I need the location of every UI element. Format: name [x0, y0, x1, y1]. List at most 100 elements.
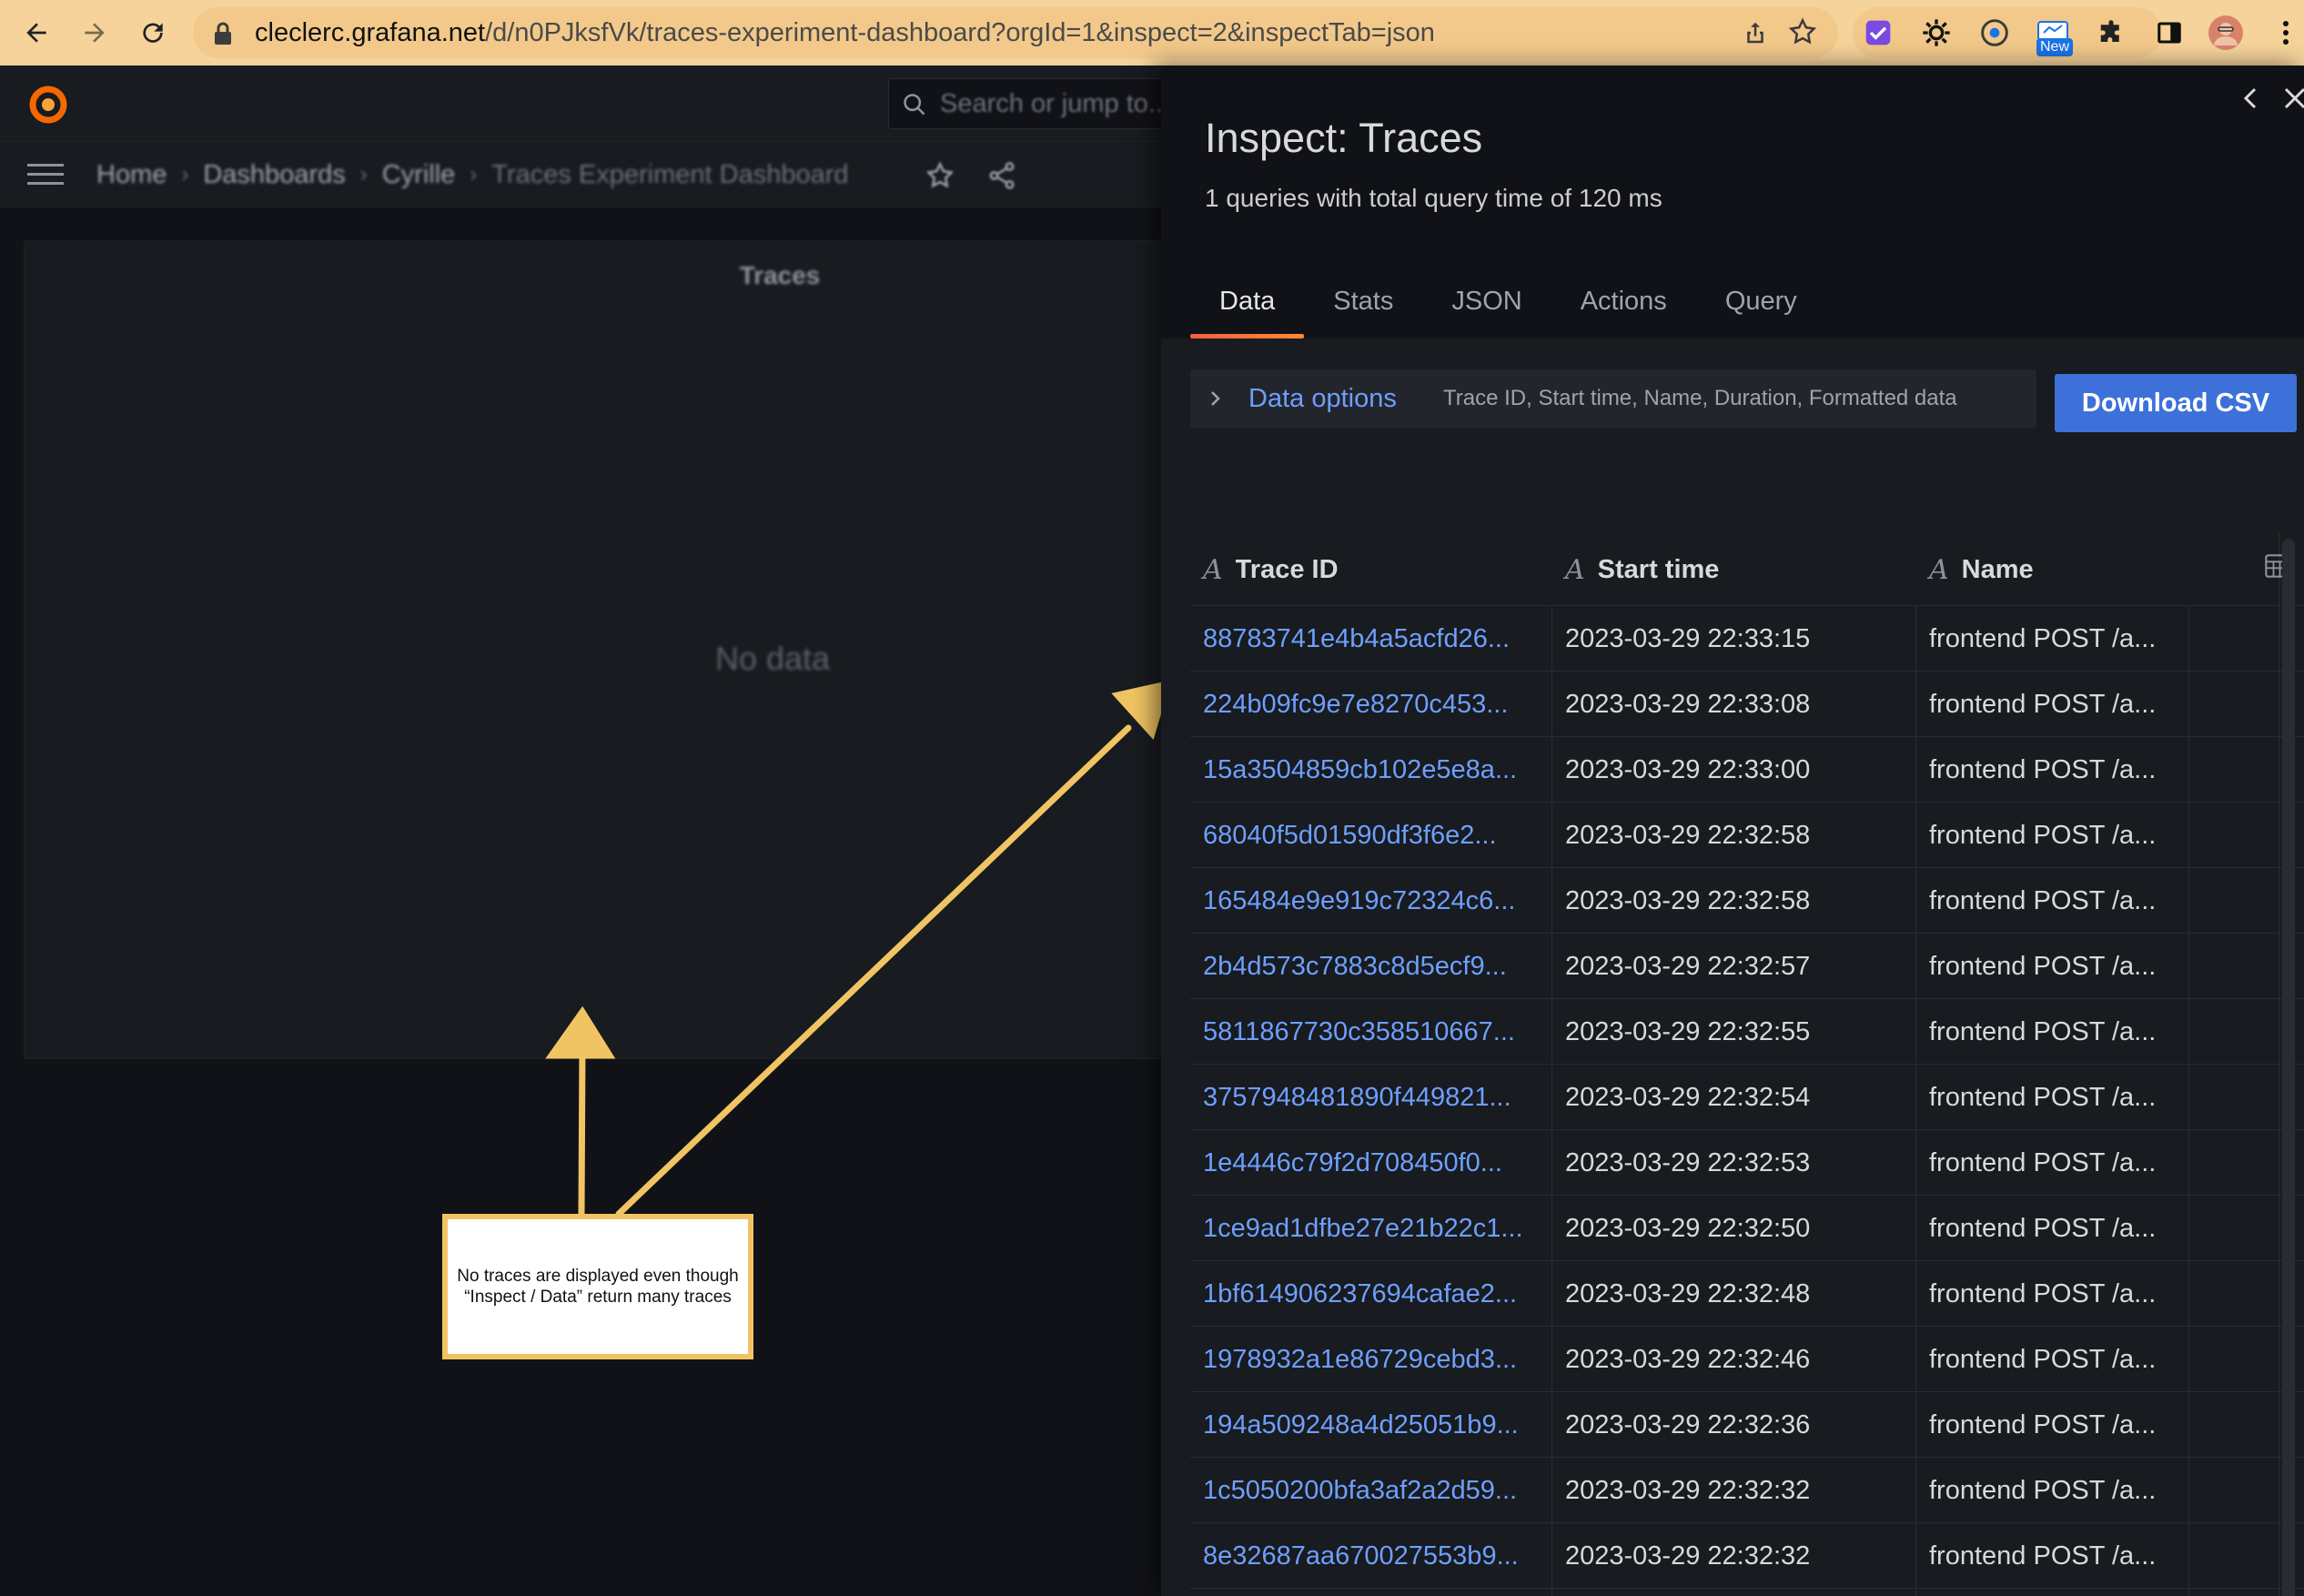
trace-id-cell[interactable]: 2b4d573c7883c8d5ecf9...: [1190, 934, 1552, 999]
tab-json[interactable]: JSON: [1422, 271, 1551, 338]
download-csv-button[interactable]: Download CSV: [2055, 374, 2297, 432]
forward-icon[interactable]: [75, 13, 115, 53]
trace-id-cell[interactable]: 165484e9e919c72324c6...: [1190, 868, 1552, 934]
side-panel-icon[interactable]: [2149, 13, 2189, 53]
traces-panel[interactable]: Traces No data: [24, 240, 1161, 1059]
bookmark-star-icon[interactable]: [1787, 16, 1818, 52]
grafana-logo-icon[interactable]: [25, 82, 71, 132]
table-row: 2b4d573c7883c8d5ecf9... 2023-03-29 22:32:…: [1190, 934, 2304, 999]
trace-id-cell[interactable]: 8e32687aa670027553b9...: [1190, 1523, 1552, 1589]
back-icon[interactable]: [16, 13, 56, 53]
trace-id-cell[interactable]: 88783741e4b4a5acfd26...: [1190, 606, 1552, 672]
name-cell: frontend POST /a...: [1916, 1196, 2189, 1261]
grafana-app: Search or jump to... Home › Dashboards ›…: [0, 66, 1161, 1596]
profile-avatar[interactable]: [2206, 13, 2246, 53]
share-page-icon[interactable]: [1742, 18, 1769, 52]
checkbox-extension-icon[interactable]: [1862, 16, 1895, 49]
tab-data[interactable]: Data: [1190, 271, 1305, 338]
name-cell: frontend POST /a...: [1916, 999, 2189, 1065]
start-time-cell: 2023-03-29 22:32:54: [1552, 1065, 1916, 1130]
new-badge: New: [2036, 38, 2074, 56]
reload-icon[interactable]: [133, 13, 173, 53]
data-table: A Trace ID A Start time A Name 88783741e4b4…: [1190, 533, 2304, 1596]
name-cell: frontend POST /a...: [1916, 1327, 2189, 1392]
column-header-start-time[interactable]: A Start time: [1552, 533, 1719, 606]
address-bar[interactable]: cleclerc.grafana.net/d/n0PJksfVk/traces-…: [193, 7, 1838, 58]
column-header-name[interactable]: A Name: [1916, 533, 2034, 606]
breadcrumb-separator: ›: [359, 162, 368, 187]
trace-id-cell[interactable]: 1e4446c79f2d708450f0...: [1190, 1130, 1552, 1196]
panel-title: Traces: [739, 261, 821, 289]
breadcrumb: Home › Dashboards › Cyrille › Traces Exp…: [96, 142, 849, 207]
start-time-cell: 2023-03-29 22:32:53: [1552, 1130, 1916, 1196]
breadcrumb-separator: ›: [470, 162, 478, 187]
top-nav: Search or jump to...: [0, 66, 1161, 142]
start-time-cell: 2023-03-29 22:32:48: [1552, 1261, 1916, 1327]
tab-actions[interactable]: Actions: [1551, 271, 1696, 338]
name-cell: frontend POST /a...: [1916, 1458, 2189, 1523]
trace-id-cell[interactable]: 68040f5d01590df3f6e2...: [1190, 803, 1552, 868]
url-text: cleclerc.grafana.net/d/n0PJksfVk/traces-…: [255, 18, 1435, 47]
tab-query[interactable]: Query: [1696, 271, 1826, 338]
start-time-cell: 2023-03-29 22:32:29: [1552, 1589, 1916, 1596]
annotation-note: No traces are displayed even though “Ins…: [442, 1214, 753, 1359]
extensions-area: New: [1853, 7, 2162, 58]
start-time-cell: 2023-03-29 22:33:00: [1552, 737, 1916, 803]
table-row: 126363222bd9105923d3...2023-03-29 22:32:…: [1190, 1589, 2304, 1596]
trace-id-cell[interactable]: 1bf614906237694cafae2...: [1190, 1261, 1552, 1327]
start-time-cell: 2023-03-29 22:32:32: [1552, 1458, 1916, 1523]
table-row: 8e32687aa670027553b9... 2023-03-29 22:32:…: [1190, 1523, 2304, 1589]
data-options-toggle[interactable]: Data options Trace ID, Start time, Name,…: [1190, 369, 2036, 428]
trace-id-cell[interactable]: 5811867730c358510667...: [1190, 999, 1552, 1065]
chevron-left-icon[interactable]: [2233, 80, 2269, 116]
breadcrumb-dashboards[interactable]: Dashboards: [203, 160, 345, 190]
table-row: 1c5050200bfa3af2a2d59... 2023-03-29 22:32…: [1190, 1458, 2304, 1523]
trace-id-cell[interactable]: 126363222bd9105923d3...: [1190, 1589, 1552, 1596]
trace-id-cell[interactable]: 15a3504859cb102e5e8a...: [1190, 737, 1552, 803]
name-cell: frontend POST /a...: [1916, 737, 2189, 803]
search-icon: [902, 92, 927, 122]
browser-menu-icon[interactable]: [2266, 13, 2304, 53]
name-cell: frontend POST /a...: [1916, 606, 2189, 672]
name-cell: frontend POST /a...: [1916, 934, 2189, 999]
table-row: 1978932a1e86729cebd3... 2023-03-29 22:32:…: [1190, 1327, 2304, 1392]
name-cell: frontend POST /a...: [1916, 1065, 2189, 1130]
sun-extension-icon[interactable]: [1920, 16, 1953, 49]
share-icon[interactable]: [986, 160, 1017, 196]
breadcrumb-home[interactable]: Home: [96, 160, 167, 190]
puzzle-extensions-icon[interactable]: [2095, 16, 2127, 49]
inspect-drawer: Inspect: Traces 1 queries with total que…: [1161, 66, 2304, 1596]
search-input[interactable]: Search or jump to...: [888, 78, 1161, 129]
breadcrumb-folder[interactable]: Cyrille: [382, 160, 456, 190]
name-cell: frontend POST /a...: [1916, 1589, 2189, 1596]
start-time-cell: 2023-03-29 22:32:58: [1552, 868, 1916, 934]
trace-id-cell[interactable]: 1ce9ad1dfbe27e21b22c1...: [1190, 1196, 1552, 1261]
menu-icon[interactable]: [27, 162, 64, 192]
browser-toolbar: cleclerc.grafana.net/d/n0PJksfVk/traces-…: [0, 0, 2304, 66]
tab-stats[interactable]: Stats: [1304, 271, 1422, 338]
start-time-cell: 2023-03-29 22:32:55: [1552, 999, 1916, 1065]
table-row: 1bf614906237694cafae2... 2023-03-29 22:32…: [1190, 1261, 2304, 1327]
table-scrollbar[interactable]: [2282, 539, 2295, 1596]
name-cell: frontend POST /a...: [1916, 803, 2189, 868]
close-icon[interactable]: [2277, 80, 2304, 116]
annotation-text: No traces are displayed even though “Ins…: [457, 1267, 739, 1307]
trace-id-cell[interactable]: 1978932a1e86729cebd3...: [1190, 1327, 1552, 1392]
trace-id-cell[interactable]: 3757948481890f449821...: [1190, 1065, 1552, 1130]
password-extension-icon[interactable]: [1978, 16, 2011, 49]
trace-id-cell[interactable]: 194a509248a4d25051b9...: [1190, 1392, 1552, 1458]
start-time-cell: 2023-03-29 22:32:32: [1552, 1523, 1916, 1589]
table-row: 194a509248a4d25051b9... 2023-03-29 22:32:…: [1190, 1392, 2304, 1458]
new-extension-icon[interactable]: New: [2036, 16, 2074, 56]
column-header-trace-id[interactable]: A Trace ID: [1190, 533, 1339, 606]
name-cell: frontend POST /a...: [1916, 868, 2189, 934]
trace-id-cell[interactable]: 1c5050200bfa3af2a2d59...: [1190, 1458, 1552, 1523]
name-cell: frontend POST /a...: [1916, 672, 2189, 737]
trace-id-cell[interactable]: 224b09fc9e7e8270c453...: [1190, 672, 1552, 737]
star-icon[interactable]: [925, 160, 955, 196]
name-cell: frontend POST /a...: [1916, 1130, 2189, 1196]
start-time-cell: 2023-03-29 22:32:50: [1552, 1196, 1916, 1261]
start-time-cell: 2023-03-29 22:33:08: [1552, 672, 1916, 737]
breadcrumb-current: Traces Experiment Dashboard: [491, 159, 849, 189]
start-time-cell: 2023-03-29 22:32:46: [1552, 1327, 1916, 1392]
